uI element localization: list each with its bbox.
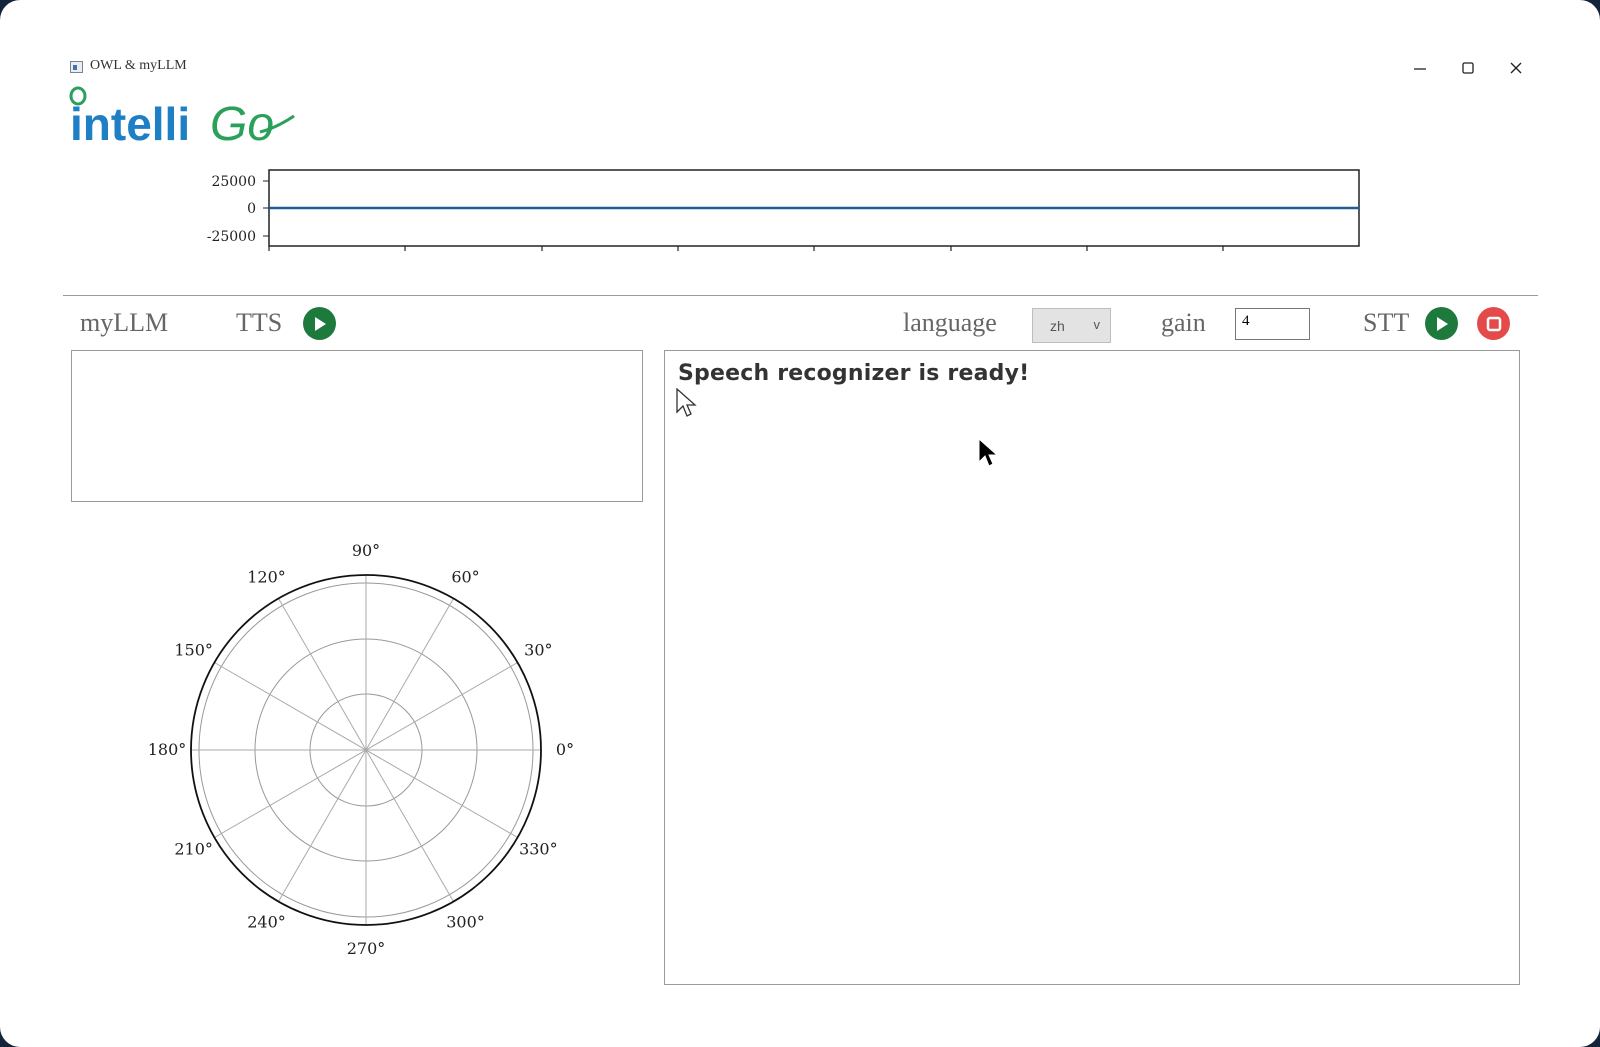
- tts-label: TTS: [236, 308, 283, 337]
- polar-angle-label: 210°: [174, 840, 213, 859]
- waveform-ytick-mid: 0: [247, 201, 256, 217]
- waveform-ytick-top: 25000: [211, 174, 256, 190]
- play-icon: [1436, 316, 1448, 331]
- stt-status-text: Speech recognizer is ready!: [678, 361, 1030, 386]
- polar-angle-label: 330°: [519, 840, 558, 859]
- stt-output-textbox[interactable]: Speech recognizer is ready!: [664, 350, 1520, 985]
- audio-waveform-chart: 25000 0 -25000: [207, 169, 1360, 251]
- polar-angle-label: 120°: [247, 568, 286, 587]
- llm-response-textbox[interactable]: [71, 350, 643, 502]
- polar-angle-label: 60°: [451, 568, 479, 587]
- polar-angle-label: 270°: [347, 939, 386, 958]
- polar-angle-label: 180°: [148, 740, 187, 759]
- chevron-down-icon: v: [1093, 317, 1101, 332]
- language-selected-value: zh: [1050, 318, 1065, 334]
- minimize-button[interactable]: [1405, 56, 1435, 80]
- polar-angle-label: 300°: [446, 912, 485, 931]
- hollow-cursor-icon: [676, 388, 697, 417]
- myllm-label: myLLM: [80, 308, 169, 337]
- play-icon: [314, 316, 326, 331]
- maximize-icon: [1462, 62, 1474, 74]
- stt-label: STT: [1363, 308, 1410, 337]
- gain-input[interactable]: 4: [1235, 308, 1310, 340]
- polar-grid: [190, 574, 542, 926]
- maximize-button[interactable]: [1453, 56, 1483, 80]
- logo-intelli-text: intelli: [70, 98, 190, 150]
- stt-start-button[interactable]: [1425, 307, 1458, 340]
- minimize-icon: [1414, 68, 1426, 70]
- window-title: OWL & myLLM: [90, 58, 187, 73]
- logo-go-text: Go: [210, 98, 274, 150]
- app-icon: [70, 61, 83, 73]
- waveform-ytick-bottom: -25000: [207, 229, 256, 245]
- polar-angle-label: 30°: [524, 641, 552, 660]
- tts-play-button[interactable]: [303, 307, 336, 340]
- direction-polar-plot: 0° 30° 60° 90° 120° 150° 180° 210° 240° 270° 300° 3…: [148, 541, 574, 958]
- language-select[interactable]: zh v: [1032, 308, 1111, 343]
- language-label: language: [903, 308, 997, 337]
- mouse-cursor-icon: [978, 438, 999, 467]
- stop-icon: [1486, 316, 1501, 331]
- polar-angle-label: 150°: [174, 641, 213, 660]
- stt-stop-button[interactable]: [1477, 307, 1510, 340]
- gain-label: gain: [1161, 308, 1206, 337]
- polar-angle-label: 240°: [247, 912, 286, 931]
- toolbar-divider: [63, 295, 1538, 296]
- polar-angle-label: 90°: [352, 541, 380, 560]
- intelligo-logo: intelli Go: [69, 86, 295, 150]
- close-button[interactable]: [1501, 56, 1531, 80]
- polar-angle-label: 0°: [556, 740, 574, 759]
- app-window: OWL & myLLM intelli Go 25000 0 -25000 my…: [0, 0, 1600, 1047]
- close-icon: [1510, 62, 1522, 74]
